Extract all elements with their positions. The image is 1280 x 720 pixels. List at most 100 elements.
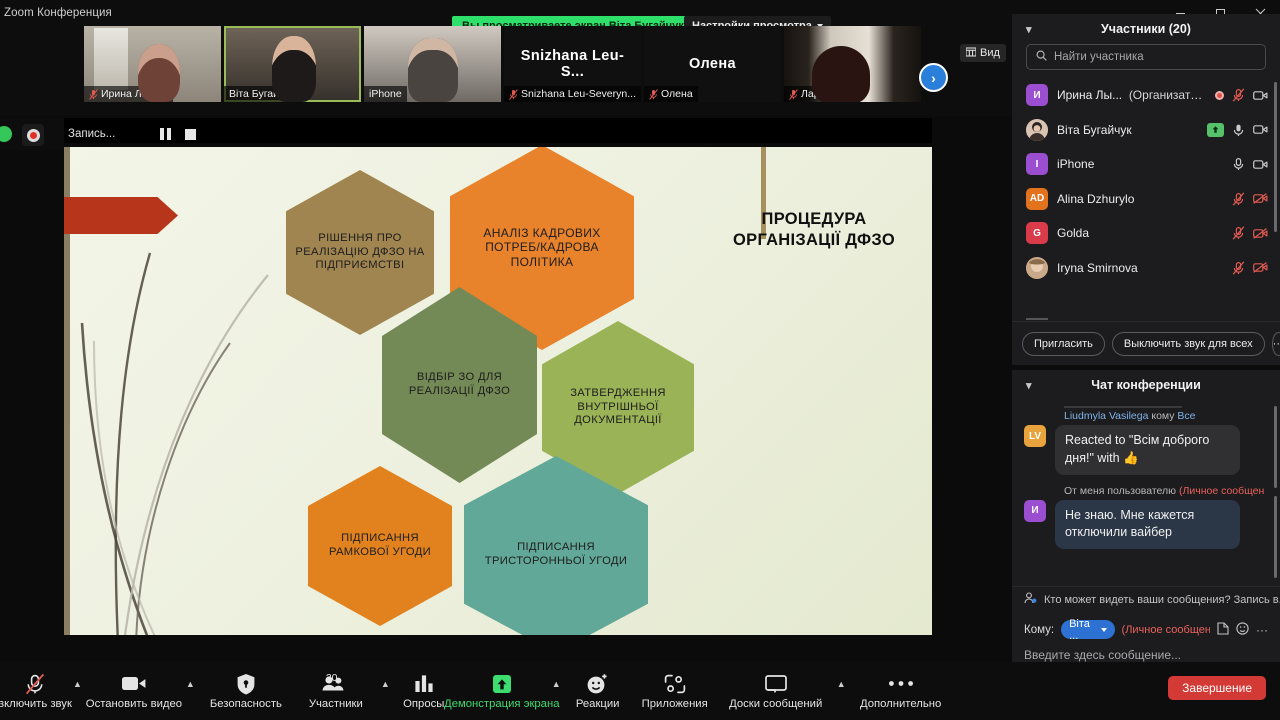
whiteboard-options-chevron-icon[interactable]: ▲	[834, 662, 849, 720]
participant-filmstrip: Ирина Лылык Віта Бугайчук iPhone Snizhan…	[0, 26, 1012, 116]
chat-scrollbar[interactable]	[1274, 406, 1277, 488]
emoji-icon[interactable]	[1236, 621, 1249, 638]
chat-section: ▾ Чат конференции Liudmyla Vasilega кому…	[1012, 365, 1280, 662]
filmstrip-next-button[interactable]: ›	[919, 63, 948, 92]
participants-list[interactable]: И Ирина Лы... (Организатор, я)	[1012, 78, 1280, 321]
video-options-chevron-icon[interactable]: ▲	[183, 662, 198, 720]
participants-panel-header: ▾ Участники (20)	[1012, 14, 1280, 44]
toolbar-security-button[interactable]: Безопасность	[198, 662, 294, 720]
chat-privacy-notice[interactable]: Кто может видеть ваши сообщения? Запись …	[1012, 586, 1280, 612]
tile-name: Snizhana Leu-Severyn...	[521, 88, 636, 100]
participant-row-iphone[interactable]: I iPhone	[1012, 147, 1280, 182]
pause-recording-button[interactable]	[160, 128, 171, 140]
camera-off-icon[interactable]	[1253, 192, 1268, 205]
participants-options-chevron-icon[interactable]: ▲	[378, 662, 393, 720]
toolbar-video-button[interactable]: Остановить видео	[85, 662, 183, 720]
participant-name: iPhone	[1057, 157, 1095, 172]
mic-off-icon[interactable]	[1231, 192, 1246, 206]
chat-message-header: От меня пользователю (Личное сообщен	[1024, 485, 1268, 497]
record-icon	[26, 128, 40, 142]
mic-on-icon[interactable]	[1231, 158, 1246, 171]
mic-off-icon[interactable]	[1231, 226, 1246, 240]
participant-name: Ирина Лы... (Организатор, я)	[1057, 88, 1206, 103]
stop-recording-button[interactable]	[185, 128, 196, 140]
camera-off-icon[interactable]	[1253, 261, 1268, 274]
compose-icons: ···	[1217, 621, 1268, 638]
video-tile-irina[interactable]: Ирина Лылык	[84, 26, 221, 102]
toolbar-participants-button[interactable]: 20 Участники	[294, 662, 378, 720]
share-options-chevron-icon[interactable]: ▲	[549, 662, 564, 720]
chat-message-list[interactable]: Liudmyla Vasilega кому Все LV Reacted to…	[1012, 400, 1280, 586]
participant-status-icons	[1231, 226, 1268, 240]
participant-row-alina[interactable]: AD Alina Dzhurylo	[1012, 182, 1280, 217]
camera-on-icon[interactable]	[1253, 158, 1268, 171]
mic-off-icon	[89, 88, 98, 100]
avatar	[1026, 118, 1048, 141]
toolbar-whiteboard-button[interactable]: Доски сообщений	[718, 662, 834, 720]
tile-namebar: Лариса	[784, 86, 842, 102]
camera-on-icon[interactable]	[1253, 89, 1268, 102]
toolbar-polls-button[interactable]: Опросы	[393, 662, 455, 720]
chat-compose-area: Кому: Віта ... (Личное сообщение ···	[1012, 612, 1280, 663]
mic-off-icon	[789, 88, 798, 100]
mic-off-icon[interactable]	[1231, 88, 1246, 102]
invite-button[interactable]: Пригласить	[1022, 331, 1105, 356]
participant-name: Alina Dzhurylo	[1057, 191, 1135, 206]
view-button-label: Вид	[980, 47, 1000, 59]
camera-off-icon[interactable]	[1253, 227, 1268, 240]
participant-search-box[interactable]	[1026, 44, 1266, 70]
participants-scrollbar[interactable]	[1274, 82, 1277, 232]
chat-message-header: Liudmyla Vasilega кому Все	[1024, 410, 1268, 422]
video-tile-vita[interactable]: Віта Бугайчук	[224, 26, 361, 102]
toolbar-participants-label: Участники	[308, 697, 363, 710]
participants-more-button[interactable]: ···	[1271, 331, 1280, 356]
video-tile-iphone[interactable]: iPhone	[364, 26, 501, 102]
meeting-toolbar: включить звук ▲ Остановить видео ▲ Безоп…	[0, 662, 1280, 720]
participant-row-golda[interactable]: G Golda	[1012, 216, 1280, 251]
toolbar-video-label: Остановить видео	[85, 697, 183, 710]
recipient-dropdown[interactable]: Віта ...	[1061, 618, 1115, 642]
view-button[interactable]: Вид	[960, 44, 1006, 62]
window-title: Zoom Конференция	[4, 7, 112, 19]
whiteboard-icon	[764, 673, 788, 695]
toolbar-apps-button[interactable]: Приложения	[632, 662, 718, 720]
toolbar-reactions-button[interactable]: Реакции	[564, 662, 632, 720]
camera-icon	[121, 673, 147, 695]
private-message-label: (Личное сообщение	[1121, 623, 1210, 636]
toolbar-mute-button[interactable]: включить звук	[0, 662, 72, 720]
toolbar-share-screen-button[interactable]: Демонстрация экрана	[444, 662, 560, 720]
compose-more-icon[interactable]: ···	[1256, 623, 1268, 637]
toolbar-apps-label: Приложения	[641, 697, 708, 710]
audio-options-chevron-icon[interactable]: ▲	[70, 662, 85, 720]
share-screen-icon	[489, 673, 515, 695]
slide-title-line1: ПРОЦЕДУРА	[761, 210, 867, 228]
file-icon[interactable]	[1217, 621, 1229, 638]
participant-row-vita[interactable]: Віта Бугайчук	[1012, 113, 1280, 148]
collapse-chat-icon[interactable]: ▾	[1026, 379, 1032, 392]
tile-name: Ирина Лылык	[101, 88, 168, 100]
mute-all-button[interactable]: Выключить звук для всех	[1111, 331, 1265, 356]
end-meeting-button[interactable]: Завершение	[1168, 676, 1266, 700]
polls-icon	[414, 673, 434, 695]
recording-dot-button[interactable]	[22, 124, 44, 146]
avatar: И	[1026, 84, 1048, 107]
participant-status-icons	[1231, 158, 1268, 171]
collapse-participants-icon[interactable]: ▾	[1026, 23, 1032, 36]
toolbar-more-button[interactable]: Дополнительно	[849, 662, 953, 720]
video-tile-larisa[interactable]: Лариса	[784, 26, 921, 102]
participant-search-wrapper	[1012, 44, 1280, 78]
search-input[interactable]	[1054, 51, 1256, 63]
mic-off-icon[interactable]	[1231, 261, 1246, 275]
camera-on-icon[interactable]	[1253, 123, 1268, 136]
participant-row-iryna-smirnova[interactable]: Iryna Smirnova	[1012, 251, 1280, 286]
tile-name: Віта Бугайчук	[229, 88, 295, 100]
participants-actions: Пригласить Выключить звук для всех ···	[1012, 321, 1280, 365]
video-tile-snizhana[interactable]: Snizhana Leu-S... Snizhana Leu-Severyn..…	[504, 26, 641, 102]
chat-input[interactable]: Введите здесь сообщение...	[1024, 648, 1268, 662]
chat-message-body: LV Reacted to "Всім доброго дня!" with 👍	[1024, 425, 1268, 475]
chat-sender: От меня пользователю	[1064, 484, 1177, 497]
mic-on-icon[interactable]	[1231, 123, 1246, 136]
video-tile-olena[interactable]: Олена Олена	[644, 26, 781, 102]
participant-row-irina[interactable]: И Ирина Лы... (Организатор, я)	[1012, 78, 1280, 113]
chat-scrollbar-lower[interactable]	[1274, 496, 1277, 578]
